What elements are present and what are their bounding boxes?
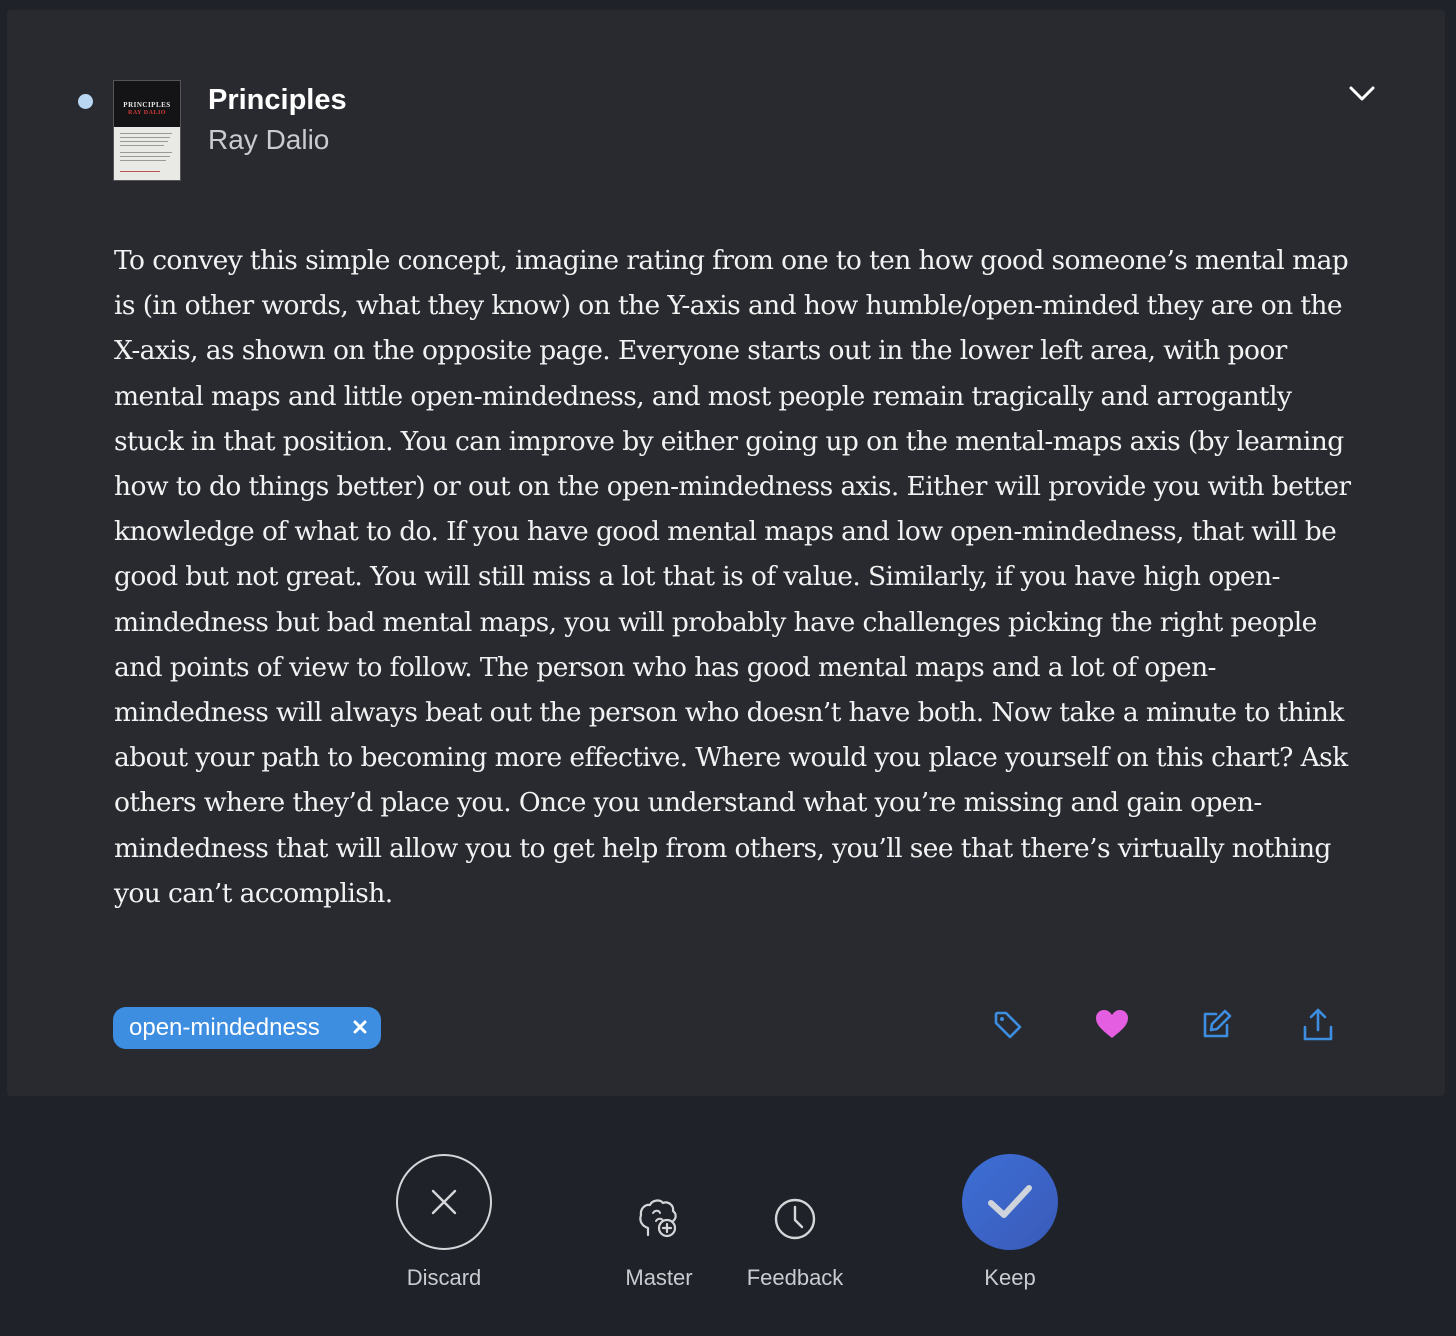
book-title[interactable]: Principles — [208, 84, 347, 117]
chevron-down-icon[interactable] — [1346, 80, 1378, 108]
discard-button[interactable] — [396, 1154, 492, 1250]
keep-button[interactable] — [962, 1154, 1058, 1250]
tag-label: open-mindedness — [129, 1014, 320, 1041]
cover-author: RAY DALIO — [128, 110, 166, 116]
tag-icon[interactable] — [990, 1007, 1026, 1043]
unread-indicator — [78, 94, 93, 109]
share-icon[interactable] — [1300, 1007, 1336, 1043]
feedback-label: Feedback — [746, 1265, 844, 1290]
tag-chip[interactable]: open-mindedness — [113, 1007, 381, 1049]
keep-label: Keep — [984, 1265, 1036, 1290]
brain-plus-icon[interactable] — [636, 1197, 682, 1243]
book-author[interactable]: Ray Dalio — [208, 124, 329, 156]
edit-icon[interactable] — [1198, 1007, 1234, 1043]
highlight-text: To convey this simple concept, imagine r… — [114, 245, 1351, 909]
clock-icon[interactable] — [773, 1197, 817, 1241]
book-cover: PRINCIPLES RAY DALIO — [113, 80, 181, 181]
heart-icon[interactable] — [1094, 1007, 1130, 1043]
close-icon[interactable] — [349, 1016, 371, 1038]
review-action-bar — [0, 1096, 1456, 1336]
discard-label: Discard — [406, 1265, 482, 1290]
close-icon — [431, 1189, 457, 1215]
check-icon — [988, 1185, 1032, 1218]
cover-title: PRINCIPLES — [123, 101, 171, 109]
